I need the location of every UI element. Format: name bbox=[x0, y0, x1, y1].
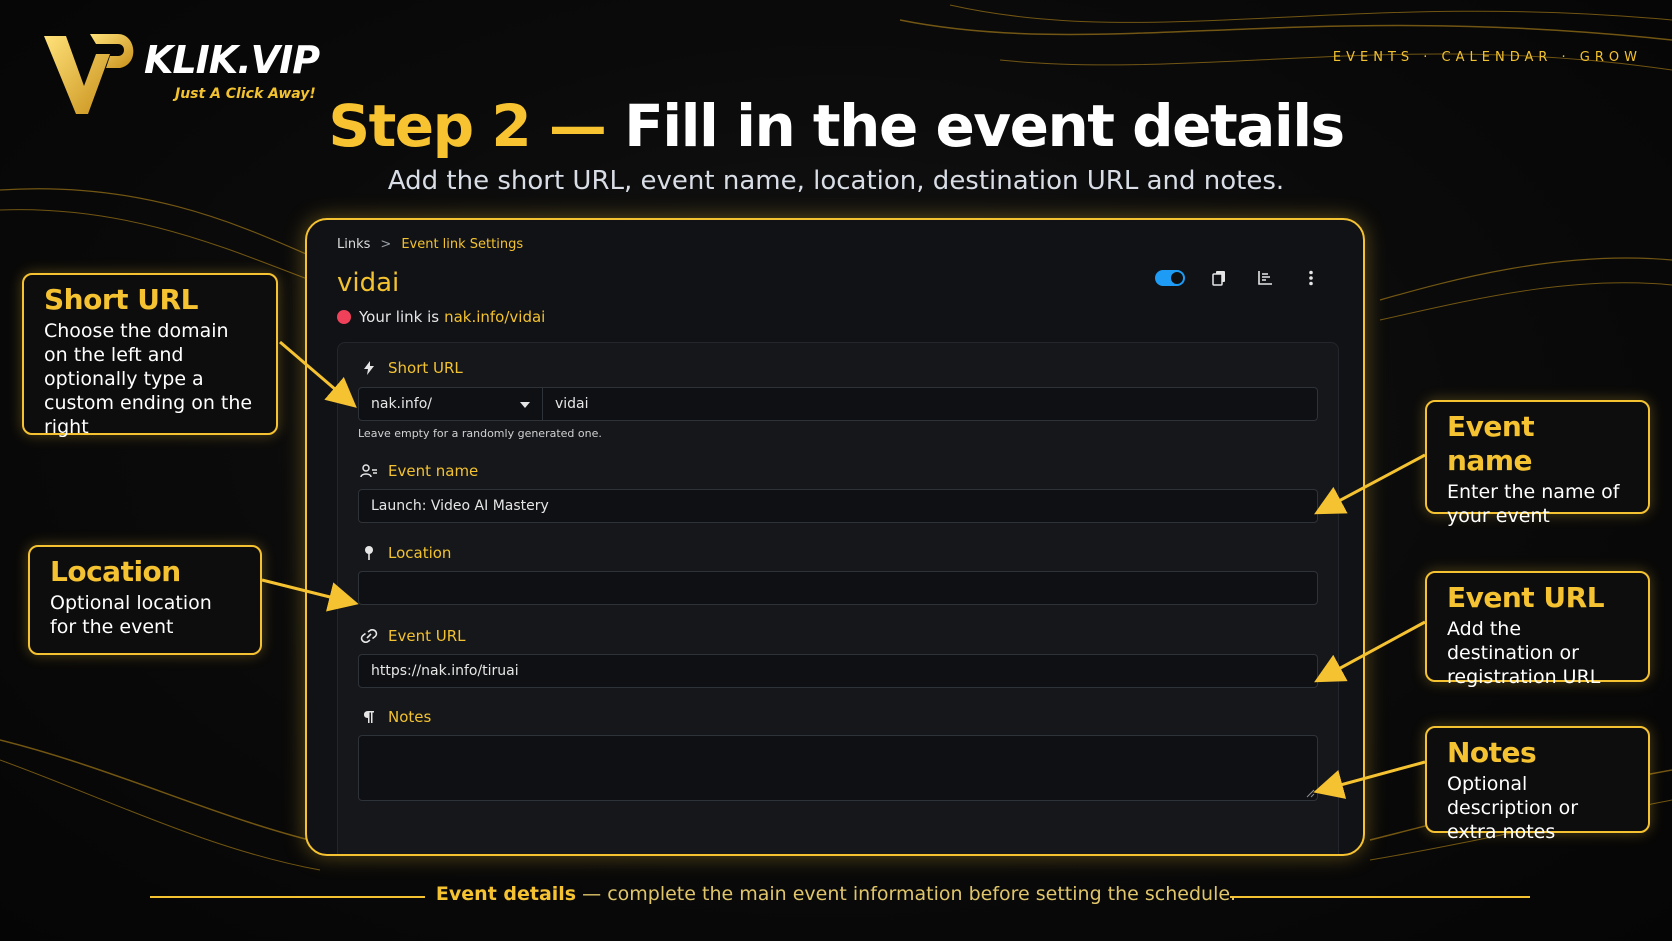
callout-event-name-title: Event name bbox=[1447, 410, 1535, 477]
notes-label-text: Notes bbox=[388, 708, 432, 726]
callout-short-url-title: Short URL bbox=[44, 283, 198, 316]
chevron-down-icon bbox=[520, 402, 530, 408]
breadcrumb-current: Event link Settings bbox=[401, 237, 524, 252]
callout-notes-title: Notes bbox=[1447, 736, 1537, 769]
breadcrumb: Links > Event link Settings bbox=[337, 237, 523, 252]
link-url[interactable]: nak.info/vidai bbox=[444, 308, 545, 326]
callout-event-name: Event name Enter the name of your event bbox=[1425, 400, 1650, 527]
link-actions bbox=[1155, 266, 1323, 290]
notes-label: Notes bbox=[358, 708, 431, 726]
callout-event-url: Event URL Add the destination or registr… bbox=[1425, 571, 1650, 688]
title-text: Fill in the event details bbox=[624, 92, 1345, 160]
link-icon bbox=[358, 629, 380, 643]
link-active-toggle[interactable] bbox=[1155, 270, 1185, 286]
page-subtitle: Add the short URL, event name, location,… bbox=[387, 166, 1285, 196]
footer-bold: Event details bbox=[435, 883, 577, 905]
notes-textarea[interactable] bbox=[358, 735, 1318, 801]
callout-location-text: Optional location for the event bbox=[50, 592, 212, 638]
short-url-label: Short URL bbox=[358, 359, 463, 377]
more-vertical-icon[interactable] bbox=[1299, 266, 1323, 290]
callout-event-url-text: Add the destination or registration URL bbox=[1447, 618, 1601, 688]
event-name-label-text: Event name bbox=[388, 462, 479, 480]
user-icon bbox=[358, 463, 380, 479]
callout-location-title: Location bbox=[50, 555, 181, 588]
callout-notes-text: Optional description or extra notes bbox=[1447, 773, 1579, 843]
footer-note: Event details — complete the main event … bbox=[0, 883, 1672, 905]
map-pin-icon bbox=[358, 545, 380, 561]
location-label: Location bbox=[358, 544, 451, 562]
callout-notes: Notes Optional description or extra note… bbox=[1425, 726, 1650, 843]
breadcrumb-separator: > bbox=[380, 237, 392, 252]
callout-short-url: Short URL Choose the domain on the left … bbox=[22, 273, 278, 438]
event-url-label: Event URL bbox=[358, 627, 466, 645]
stats-icon[interactable] bbox=[1253, 266, 1277, 290]
domain-select-value: nak.info/ bbox=[371, 396, 432, 412]
short-url-row: nak.info/ vidai bbox=[358, 387, 1318, 421]
short-url-hint: Leave empty for a randomly generated one… bbox=[358, 427, 602, 440]
page-title: Step 2 — Fill in the event details bbox=[0, 92, 1672, 160]
link-title: vidai bbox=[337, 268, 400, 298]
location-label-text: Location bbox=[388, 544, 452, 562]
event-url-input[interactable]: https://nak.info/tiruai bbox=[358, 654, 1318, 688]
event-url-label-text: Event URL bbox=[388, 627, 466, 645]
callout-short-url-text: Choose the domain on the left and option… bbox=[44, 320, 253, 438]
breadcrumb-links[interactable]: Links bbox=[337, 237, 370, 252]
event-name-input[interactable]: Launch: Video AI Mastery bbox=[358, 489, 1318, 523]
short-url-slug-input[interactable]: vidai bbox=[543, 387, 1318, 421]
paragraph-icon bbox=[358, 710, 380, 724]
callout-location: Location Optional location for the event bbox=[28, 545, 262, 655]
status-dot bbox=[337, 310, 351, 324]
event-details-form: Short URL nak.info/ vidai Leave empty fo… bbox=[337, 342, 1339, 854]
short-url-label-text: Short URL bbox=[388, 359, 463, 377]
copy-icon[interactable] bbox=[1207, 266, 1231, 290]
location-input[interactable] bbox=[358, 571, 1318, 605]
callout-event-url-title: Event URL bbox=[1447, 581, 1605, 614]
step-label: Step 2 — bbox=[328, 92, 607, 160]
footer-text: — complete the main event information be… bbox=[576, 883, 1237, 905]
event-link-settings-panel: Links > Event link Settings vidai Your lin… bbox=[305, 218, 1365, 856]
domain-select[interactable]: nak.info/ bbox=[358, 387, 543, 421]
callout-event-name-text: Enter the name of your event bbox=[1447, 481, 1620, 527]
lightning-icon bbox=[358, 360, 380, 376]
top-nav: EVENTS · CALENDAR · GROW bbox=[1332, 50, 1642, 65]
event-name-label: Event name bbox=[358, 462, 478, 480]
brand-name: KLIK.VIP bbox=[144, 38, 320, 82]
link-status: Your link is nak.info/vidai bbox=[337, 308, 545, 326]
link-prefix: Your link is bbox=[359, 308, 440, 326]
resize-handle-icon[interactable] bbox=[1306, 789, 1315, 798]
